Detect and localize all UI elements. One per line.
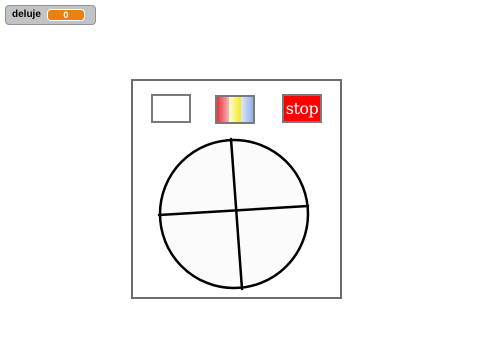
blank-button[interactable] <box>151 94 191 123</box>
color-stripe-red <box>217 97 229 122</box>
variable-label: deluje <box>12 9 41 20</box>
variable-value: 0 <box>46 9 85 21</box>
wheel-icon[interactable] <box>156 137 312 293</box>
stop-button[interactable]: stop <box>282 94 322 123</box>
color-stripe-yellow <box>229 97 241 122</box>
color-stripe-blue <box>241 97 253 122</box>
color-button[interactable] <box>215 95 255 124</box>
variable-monitor-deluje: deluje 0 <box>5 5 96 25</box>
